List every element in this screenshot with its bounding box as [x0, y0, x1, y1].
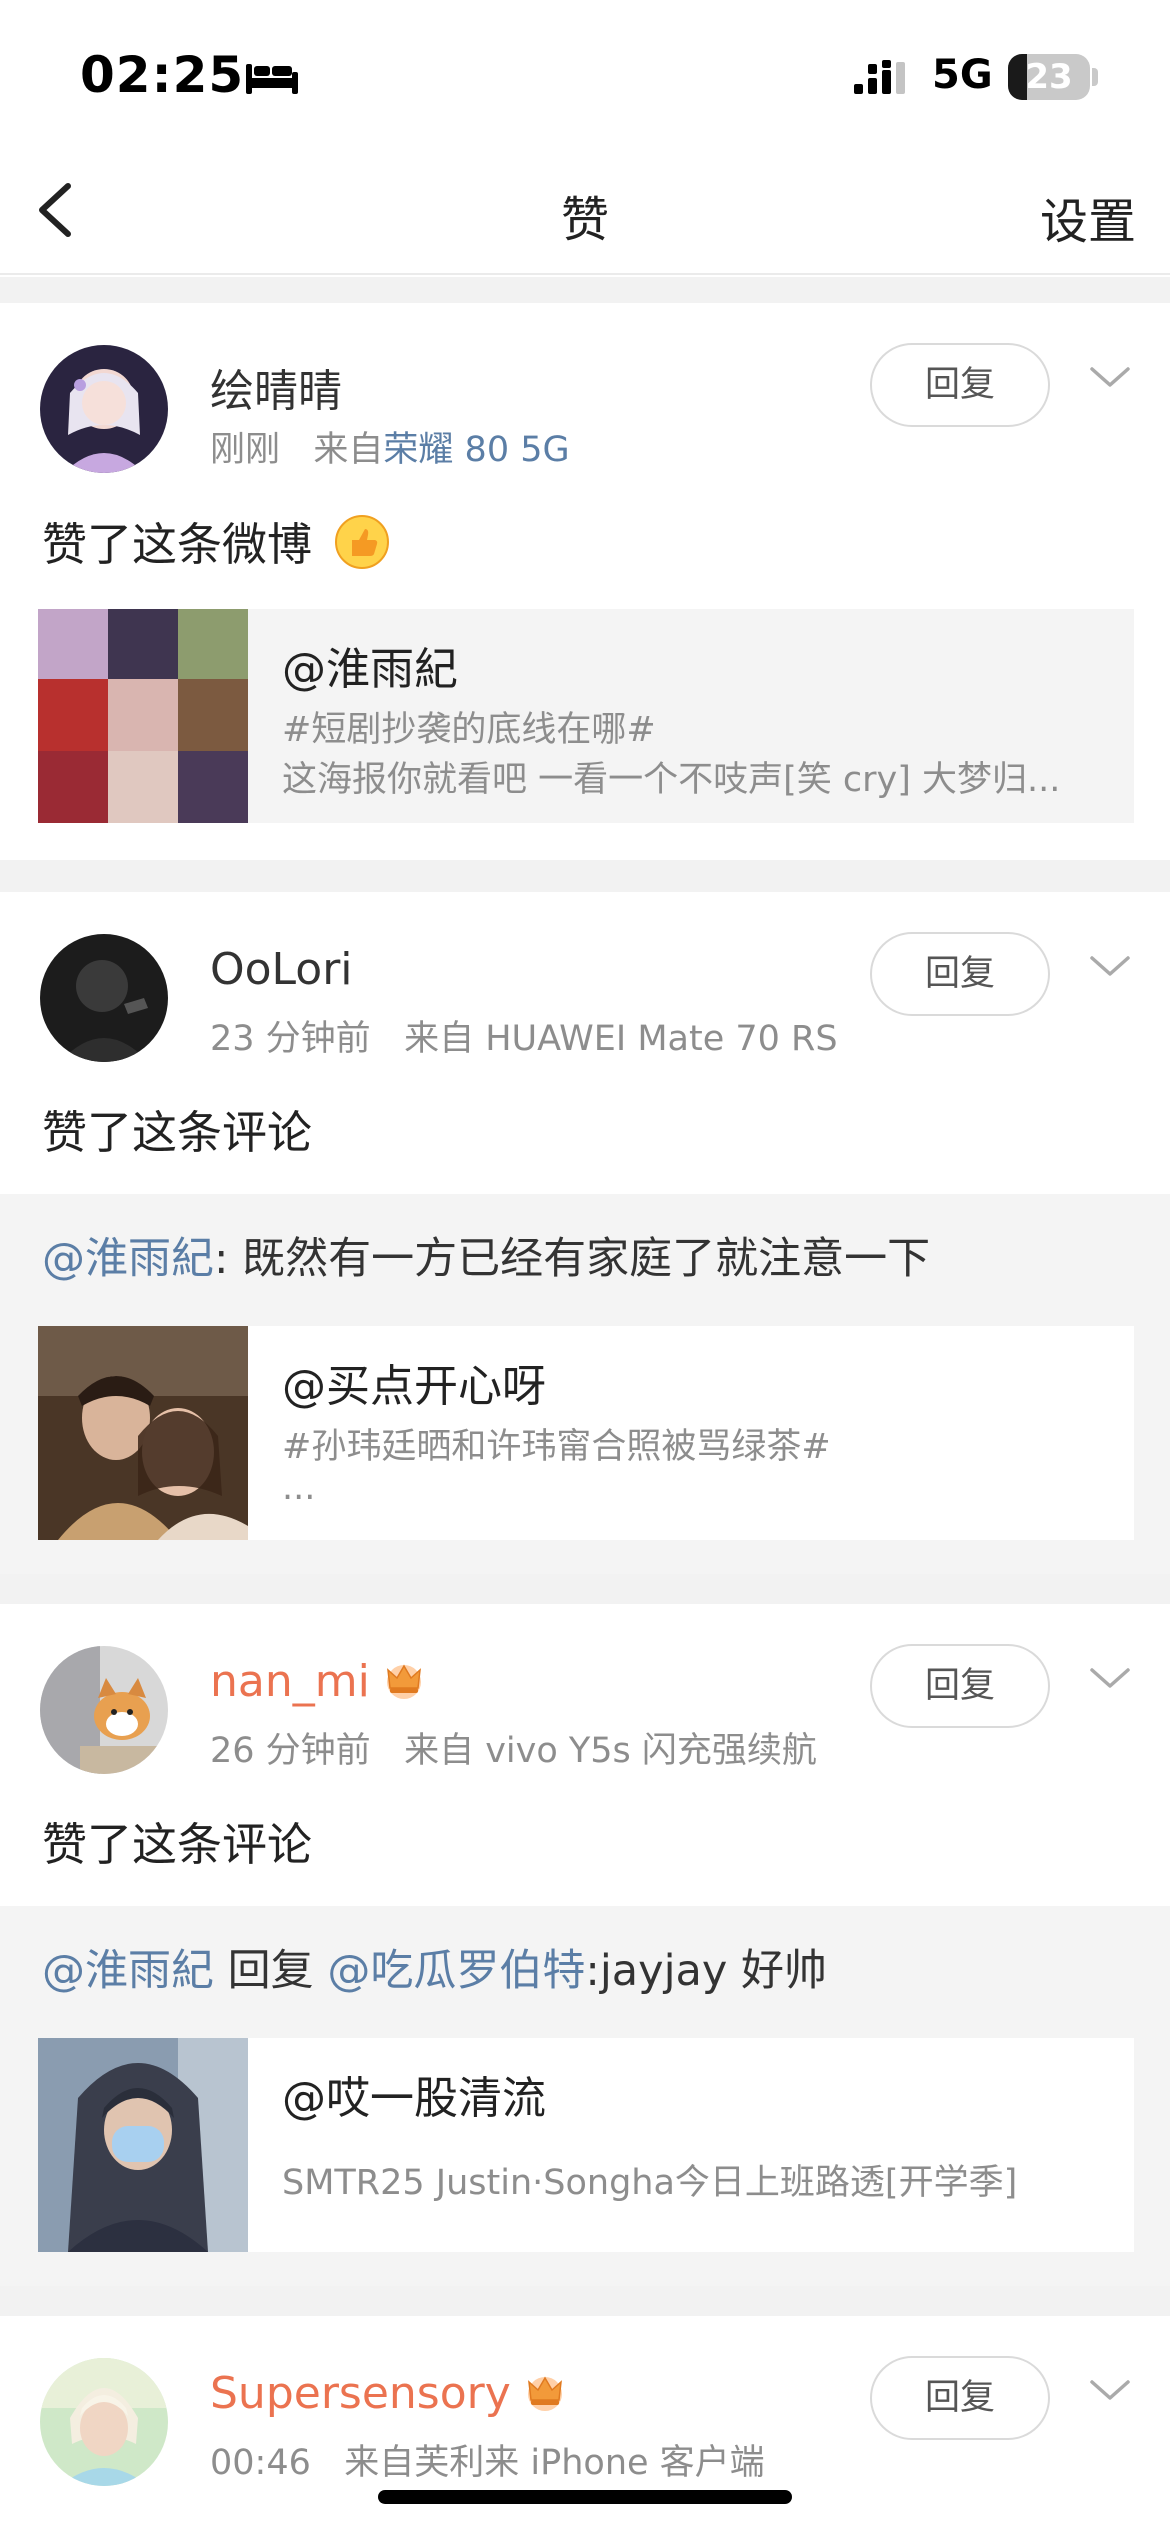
avatar[interactable]: [40, 1646, 168, 1774]
source-link[interactable]: HUAWEI Mate 70 RS: [485, 1019, 837, 1059]
comment-body: : 既然有一方已经有家庭了就注意一下: [214, 1234, 931, 1284]
divider: [0, 2286, 1170, 2316]
post-author[interactable]: @哎一股清流: [282, 2062, 546, 2126]
crown-icon: [386, 1664, 421, 1699]
quoted-post[interactable]: @哎一股清流 SMTR25 Justin·Songha今日上班路透[开学季]: [38, 2038, 1134, 2252]
thumbs-up-icon: [335, 515, 390, 569]
username[interactable]: 绘晴晴: [210, 355, 342, 419]
home-indicator[interactable]: [378, 2490, 792, 2504]
comment-text: @淮雨紀 回复 @吃瓜罗伯特:jayjay 好帅: [42, 1936, 827, 1998]
status-time: 02:25: [80, 46, 245, 104]
username-text[interactable]: Supersensory: [210, 2368, 511, 2419]
post-line: 这海报你就看吧 一看一个不吱声[笑 cry] 大梦归...: [282, 760, 1061, 800]
source-link[interactable]: 荣耀 80 5G: [383, 430, 569, 470]
reply-button[interactable]: 回复: [870, 932, 1050, 1016]
post-line: #孙玮廷晒和许玮甯合照被骂绿茶#: [282, 1427, 831, 1467]
reply-button[interactable]: 回复: [870, 343, 1050, 427]
timestamp: 00:46: [210, 2443, 311, 2483]
source-prefix: 来自: [404, 1731, 475, 1771]
post-thumbnail: [38, 2038, 248, 2252]
divider: [0, 860, 1170, 892]
bed-icon: [246, 64, 298, 94]
avatar[interactable]: [40, 2358, 168, 2486]
username[interactable]: nan_mi: [210, 1656, 428, 1707]
quoted-post[interactable]: @淮雨紀 #短剧抄袭的底线在哪# 这海报你就看吧 一看一个不吱声[笑 cry] …: [38, 609, 1134, 823]
username[interactable]: Supersensory: [210, 2368, 569, 2419]
meta-info: 刚刚 来自荣耀 80 5G: [210, 421, 570, 472]
settings-button[interactable]: 设置: [1040, 182, 1136, 252]
action-text: 赞了这条微博: [42, 508, 390, 573]
username-text[interactable]: nan_mi: [210, 1656, 370, 1707]
liked-comment[interactable]: @淮雨紀: 既然有一方已经有家庭了就注意一下 @买点开心呀 #孙玮廷晒和许玮甯合…: [0, 1194, 1170, 1574]
battery-icon: 23: [1008, 54, 1090, 100]
source-link[interactable]: vivo Y5s 闪充强续航: [485, 1731, 817, 1771]
crown-icon: [527, 2376, 562, 2411]
timestamp: 26 分钟前: [210, 1731, 371, 1771]
network-label: 5G: [932, 52, 993, 98]
battery-level: 23: [1025, 57, 1073, 97]
action-label: 赞了这条微博: [42, 518, 313, 571]
divider: [0, 277, 1170, 303]
post-line: ...: [282, 1468, 316, 1508]
mention-link[interactable]: @淮雨紀: [42, 1234, 214, 1284]
mention-link[interactable]: @淮雨紀: [42, 1946, 214, 1996]
notification-card[interactable]: 绘晴晴 刚刚 来自荣耀 80 5G 回复 赞了这条微博 @淮雨紀 #短剧抄袭的底…: [0, 303, 1170, 860]
reply-button[interactable]: 回复: [870, 2356, 1050, 2440]
action-label: 赞了这条评论: [42, 1106, 313, 1159]
post-author[interactable]: @买点开心呀: [282, 1350, 546, 1414]
source-prefix: 来自: [404, 1019, 475, 1059]
post-line: #短剧抄袭的底线在哪#: [282, 710, 656, 750]
source-prefix: 来自: [344, 2443, 415, 2483]
liked-comment[interactable]: @淮雨紀 回复 @吃瓜罗伯特:jayjay 好帅 @哎一股清流 SMTR25 J…: [0, 1906, 1170, 2286]
timestamp: 刚刚: [210, 430, 281, 470]
meta-info: 23 分钟前 来自 HUAWEI Mate 70 RS: [210, 1010, 838, 1061]
chevron-down-icon[interactable]: [1086, 1662, 1134, 1696]
comment-middle: 回复: [214, 1946, 328, 1996]
source-link[interactable]: 芙利来 iPhone 客户端: [414, 2443, 764, 2483]
meta-info: 26 分钟前 来自 vivo Y5s 闪充强续航: [210, 1722, 817, 1773]
action-label: 赞了这条评论: [42, 1818, 313, 1871]
post-thumbnail: [38, 609, 248, 823]
nav-bar: 赞 设置: [0, 150, 1170, 275]
mention-link[interactable]: @吃瓜罗伯特: [327, 1946, 585, 1996]
notification-card[interactable]: nan_mi 26 分钟前 来自 vivo Y5s 闪充强续航 回复 赞了这条评…: [0, 1604, 1170, 2286]
meta-info: 00:46 来自芙利来 iPhone 客户端: [210, 2434, 765, 2485]
comment-text: @淮雨紀: 既然有一方已经有家庭了就注意一下: [42, 1224, 930, 1286]
chevron-down-icon[interactable]: [1086, 2374, 1134, 2408]
avatar[interactable]: [40, 345, 168, 473]
page-title: 赞: [560, 192, 609, 248]
post-thumbnail: [38, 1326, 248, 1540]
quoted-post[interactable]: @买点开心呀 #孙玮廷晒和许玮甯合照被骂绿茶# ...: [38, 1326, 1134, 1540]
chevron-down-icon[interactable]: [1086, 950, 1134, 984]
chevron-down-icon[interactable]: [1086, 361, 1134, 395]
avatar[interactable]: [40, 934, 168, 1062]
username[interactable]: OoLori: [210, 944, 353, 995]
notification-card[interactable]: OoLori 23 分钟前 来自 HUAWEI Mate 70 RS 回复 赞了…: [0, 892, 1170, 1574]
post-author[interactable]: @淮雨紀: [282, 633, 458, 697]
signal-icon: [854, 60, 905, 94]
status-bar: 02:25 5G 23: [0, 0, 1170, 150]
divider: [0, 1574, 1170, 1604]
source-prefix: 来自: [313, 430, 384, 470]
post-line: SMTR25 Justin·Songha今日上班路透[开学季]: [282, 2163, 1018, 2203]
battery-cap: [1092, 68, 1098, 86]
timestamp: 23 分钟前: [210, 1019, 371, 1059]
comment-body: :jayjay 好帅: [585, 1946, 827, 1996]
reply-button[interactable]: 回复: [870, 1644, 1050, 1728]
